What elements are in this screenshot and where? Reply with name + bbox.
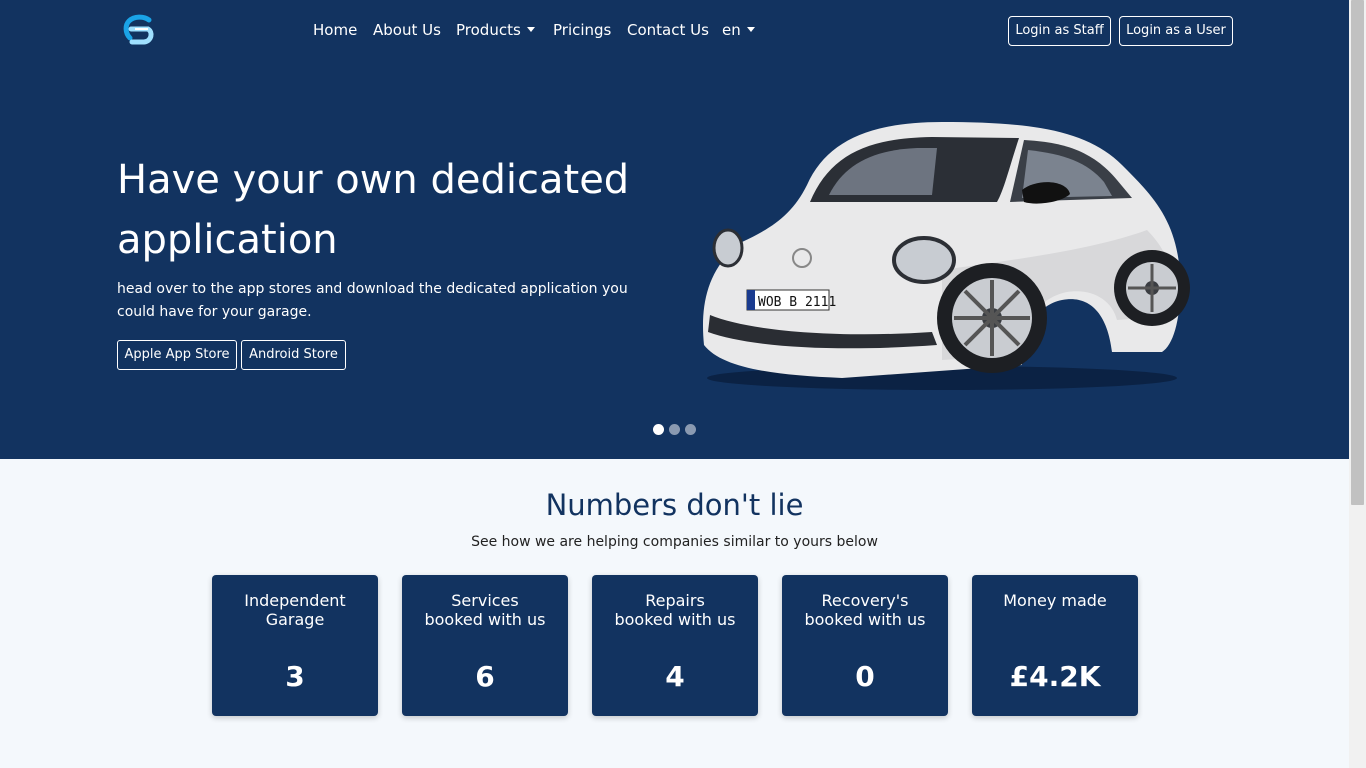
stat-card-value: 6: [475, 660, 495, 693]
login-staff-button[interactable]: Login as Staff: [1008, 16, 1111, 46]
stat-card-recoverys-booked: Recovery's booked with us 0: [782, 575, 948, 716]
logo-icon[interactable]: [122, 14, 156, 46]
android-store-button[interactable]: Android Store: [241, 340, 346, 370]
login-user-button[interactable]: Login as a User: [1119, 16, 1233, 46]
stat-card-label: Services booked with us: [424, 591, 546, 629]
stat-card-independent-garage: Independent Garage 3: [212, 575, 378, 716]
scrollbar-thumb[interactable]: [1351, 0, 1364, 505]
carousel-dot-2[interactable]: [669, 424, 680, 435]
stat-card-label: Repairs booked with us: [614, 591, 736, 629]
nav-products-label: Products: [456, 21, 521, 39]
language-label: en: [722, 21, 741, 39]
hero-section: Home About Us Products Pricings Contact …: [0, 0, 1349, 459]
license-plate-text: WOB B 2111: [758, 295, 836, 310]
chevron-down-icon: [526, 27, 535, 32]
stat-card-value: 0: [855, 660, 875, 693]
hero-title: Have your own dedicated application: [117, 157, 630, 263]
page-scrollbar[interactable]: [1349, 0, 1366, 768]
stat-card-value: £4.2K: [1009, 660, 1101, 693]
hero-subtitle: head over to the app stores and download…: [117, 281, 628, 320]
stats-subtitle: See how we are helping companies similar…: [471, 534, 878, 550]
stat-card-label: Independent Garage: [244, 591, 346, 629]
nav-products-dropdown[interactable]: Products: [456, 20, 535, 40]
carousel-dot-1[interactable]: [653, 424, 664, 435]
stat-card-repairs-booked: Repairs booked with us 4: [592, 575, 758, 716]
car-image: WOB B 2111: [702, 122, 1190, 390]
nav-pricings[interactable]: Pricings: [553, 20, 611, 40]
stat-card-value: 3: [285, 660, 305, 693]
carousel-dot-3[interactable]: [685, 424, 696, 435]
stats-title: Numbers don't lie: [545, 488, 804, 522]
stat-card-services-booked: Services booked with us 6: [402, 575, 568, 716]
apple-app-store-button[interactable]: Apple App Store: [117, 340, 237, 370]
stat-card-value: 4: [665, 660, 685, 693]
chevron-down-icon: [746, 27, 755, 32]
stat-card-label: Money made: [1003, 591, 1107, 610]
nav-home[interactable]: Home: [313, 20, 357, 40]
stat-card-money-made: Money made £4.2K: [972, 575, 1138, 716]
language-dropdown[interactable]: en: [722, 20, 755, 40]
nav-about-us[interactable]: About Us: [373, 20, 441, 40]
nav-contact-us[interactable]: Contact Us: [627, 20, 709, 40]
navbar: Home About Us Products Pricings Contact …: [0, 0, 1349, 62]
stat-card-label: Recovery's booked with us: [804, 591, 926, 629]
